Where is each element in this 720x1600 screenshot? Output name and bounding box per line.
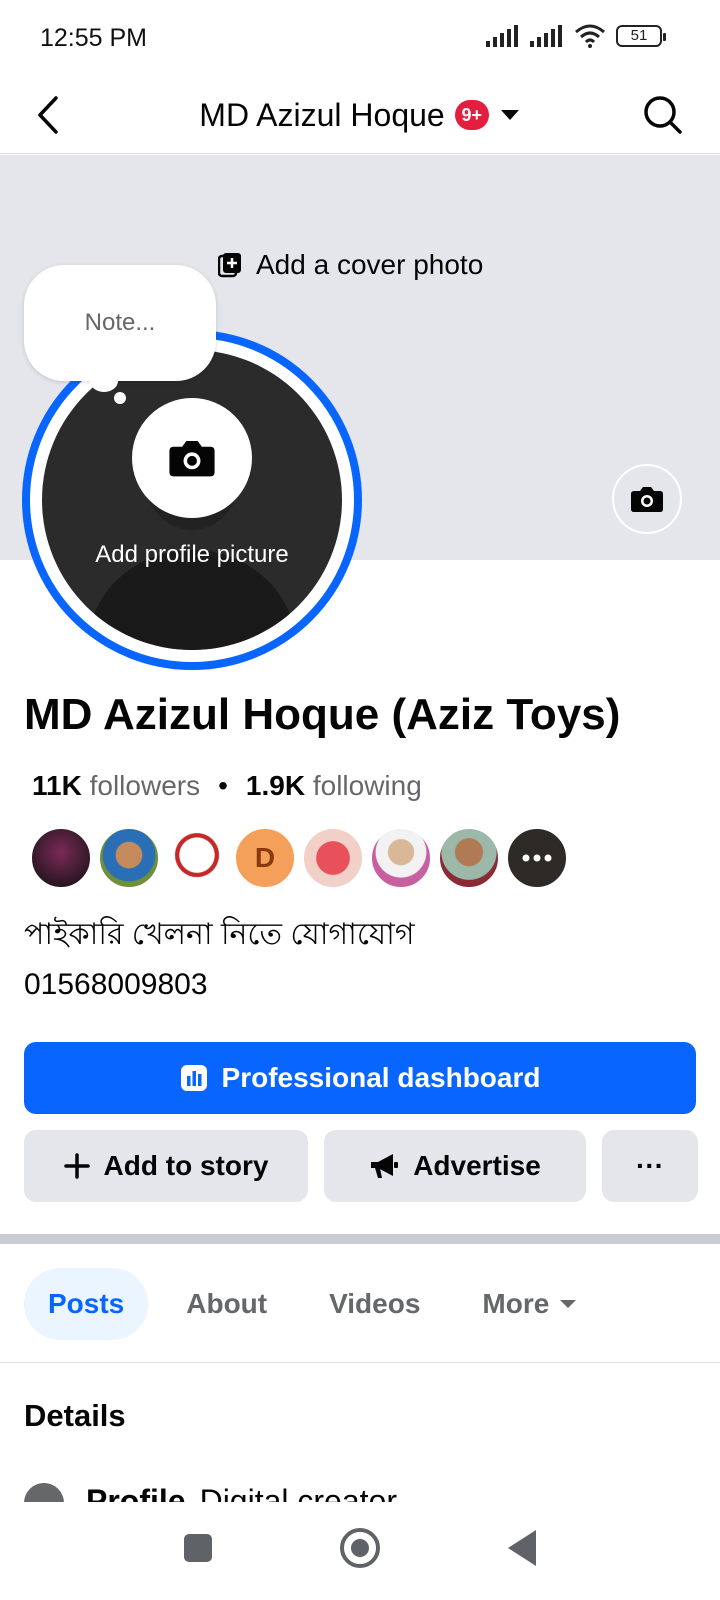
home-button[interactable]: [340, 1528, 380, 1568]
battery-indicator: 51: [616, 25, 666, 47]
tab-about[interactable]: About: [162, 1268, 291, 1340]
search-button[interactable]: [636, 88, 690, 142]
add-cover-photo-label: Add a cover photo: [256, 249, 484, 280]
bio-line: পাইকারি খেলনা নিতে যোগাযোগ: [24, 918, 415, 951]
add-to-story-label: Add to story: [103, 1150, 269, 1181]
top-nav-bar: MD Azizul Hoque 9+: [0, 76, 720, 154]
note-bubble-tail-dot: [114, 392, 126, 404]
plus-icon: [63, 1153, 90, 1179]
profile-picture-placeholder[interactable]: Add profile picture: [42, 350, 342, 650]
bio-phone: 01568009803: [24, 968, 208, 1001]
friend-avatar[interactable]: [30, 827, 92, 889]
profile-bio: পাইকারি খেলনা নিতে যোগাযোগ 01568009803: [24, 910, 415, 1010]
following-label: following: [312, 770, 422, 801]
notification-badge: 9+: [454, 100, 489, 130]
signal-icon: [530, 25, 562, 47]
friend-avatars-row: D: [30, 827, 574, 889]
tab-posts[interactable]: Posts: [24, 1268, 149, 1340]
status-time: 12:55 PM: [40, 24, 148, 52]
caret-down-icon: [500, 110, 519, 120]
more-options-button[interactable]: ···: [602, 1130, 698, 1202]
tab-label: Videos: [329, 1288, 421, 1319]
detail-row-profile: Profile Digital creator: [24, 1483, 584, 1503]
more-friends-button[interactable]: [506, 827, 568, 889]
note-bubble-tail: [90, 370, 118, 392]
megaphone-icon: [371, 1154, 399, 1178]
professional-dashboard-label: Professional dashboard: [221, 1062, 541, 1093]
friend-avatar[interactable]: D: [234, 827, 296, 889]
edit-cover-camera-button[interactable]: [612, 464, 682, 534]
recent-apps-button[interactable]: [184, 1534, 212, 1562]
detail-value: Digital creator: [199, 1483, 397, 1503]
page-title: MD Azizul Hoque: [199, 96, 445, 133]
tabs-divider: [0, 1362, 720, 1363]
more-options-label: ···: [636, 1150, 664, 1181]
profile-tabs: Posts About Videos More: [24, 1268, 601, 1340]
add-profile-picture-label: Add profile picture: [95, 541, 289, 568]
professional-dashboard-button[interactable]: Professional dashboard: [24, 1042, 696, 1114]
stats-separator: •: [218, 770, 228, 801]
profile-name: MD Azizul Hoque (Aziz Toys): [24, 690, 621, 739]
wifi-icon: [575, 24, 605, 48]
detail-label: Profile: [86, 1483, 186, 1503]
search-icon: [644, 96, 682, 134]
section-divider: [0, 1234, 720, 1244]
info-icon: [24, 1483, 64, 1503]
status-bar: 12:55 PM 51: [0, 0, 720, 76]
note-placeholder: Note...: [84, 309, 156, 336]
tab-videos[interactable]: Videos: [305, 1268, 444, 1340]
friend-avatar[interactable]: [166, 827, 228, 889]
follow-stats: 11K followers • 1.9K following: [32, 770, 422, 802]
followers-count: 11K: [32, 770, 82, 801]
note-bubble[interactable]: Note...: [24, 265, 216, 381]
caret-down-icon: [560, 1300, 577, 1308]
followers-label: followers: [89, 770, 201, 801]
following-link[interactable]: 1.9K following: [246, 770, 422, 802]
tab-label: About: [186, 1288, 268, 1319]
tab-label: More: [482, 1288, 550, 1319]
camera-icon: [169, 441, 215, 477]
system-nav-bar: [0, 1502, 720, 1600]
more-dots-icon: [522, 854, 552, 862]
advertise-button[interactable]: Advertise: [324, 1130, 586, 1202]
status-icons: 51: [486, 24, 666, 48]
friend-avatar[interactable]: [370, 827, 432, 889]
friend-avatar[interactable]: [98, 827, 160, 889]
camera-icon: [631, 487, 663, 512]
add-profile-picture-button[interactable]: [132, 398, 252, 518]
signal-icon: [486, 25, 518, 47]
following-count: 1.9K: [245, 770, 306, 801]
tab-more[interactable]: More: [458, 1268, 601, 1340]
profile-switcher[interactable]: MD Azizul Hoque 9+: [0, 90, 720, 140]
dashboard-chart-icon: [180, 1065, 207, 1091]
add-to-story-button[interactable]: Add to story: [24, 1130, 308, 1202]
friend-avatar[interactable]: [302, 827, 364, 889]
friend-avatar[interactable]: [438, 827, 500, 889]
profile-picture-ring: Add profile picture: [22, 330, 362, 670]
followers-link[interactable]: 11K followers: [32, 770, 200, 802]
system-back-button[interactable]: [508, 1530, 536, 1566]
add-photo-icon: [218, 253, 241, 278]
advertise-label: Advertise: [413, 1150, 541, 1181]
add-cover-photo-button[interactable]: Add a cover photo: [218, 249, 483, 281]
tab-label: Posts: [48, 1288, 125, 1319]
details-heading: Details: [24, 1398, 126, 1433]
